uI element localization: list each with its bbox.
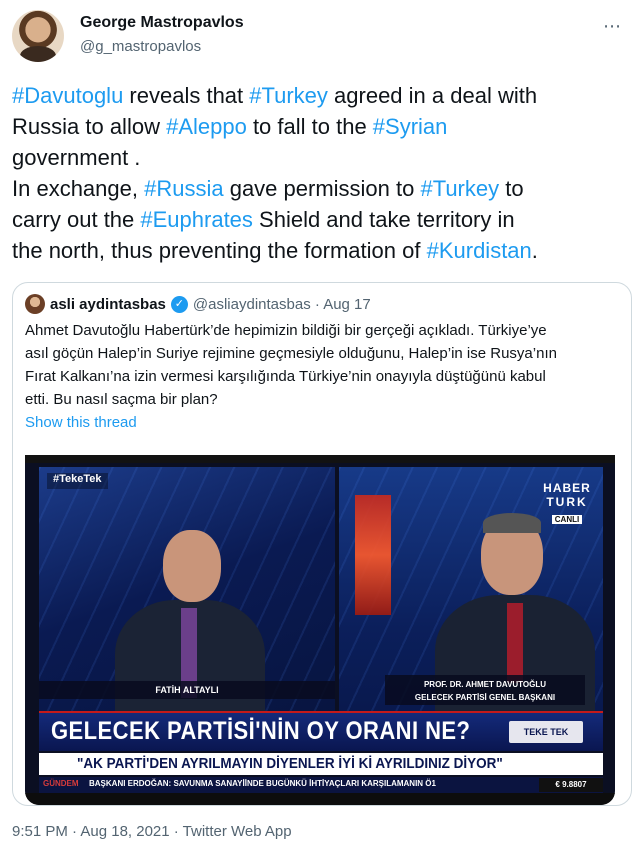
tweet-media-photo[interactable]: #TekeTek HABER TURK CANLI FATİH ALTAYLI … [25,455,615,805]
tweet-text-segment: government . [12,145,141,170]
ticker-label: GÜNDEM [43,779,79,788]
quoted-author-handle-date[interactable]: @asliaydintasbas · Aug 17 [193,296,371,313]
tweet-text-segment: In exchange, [12,176,145,201]
hashtag-link[interactable]: #Kurdistan [427,238,532,263]
host-figure [115,530,265,735]
channel-logo: HABER TURK CANLI [537,481,597,527]
author-handle[interactable]: @g_mastropavlos [80,38,201,55]
guest-title: GELECEK PARTİSİ GENEL BAŞKANI [414,693,556,702]
tweet-text-segment: . [531,238,538,263]
author-avatar[interactable] [12,10,64,62]
tweet-text: #Davutoglu reveals that #Turkey agreed i… [12,80,632,266]
hashtag-link[interactable]: #Davutoglu [12,83,123,108]
live-badge: CANLI [551,515,583,524]
news-ticker: GÜNDEM BAŞKANI ERDOĞAN: SAVUNMA SANAYİİN… [39,777,603,793]
tweet-text-line: In exchange, #Russia gave permission to … [12,173,632,204]
tweet-text-segment: to [499,176,524,201]
tweet-text-segment: Russia to allow [12,114,167,139]
tweet-header: George Mastropavlos @g_mastropavlos ⋯ [12,10,628,66]
program-badge: TEKE TEK [509,721,583,743]
tweet-text-segment: the north, thus preventing the formation… [12,238,427,263]
guest-tie [507,603,523,683]
hashtag-link[interactable]: #Turkey [249,83,328,108]
tweet-text-line: government . [12,142,632,173]
host-name-strip: FATİH ALTAYLI [39,681,335,699]
show-thread-link[interactable]: Show this thread [25,414,137,431]
tweet-timestamp[interactable]: 9:51 PM · Aug 18, 2021 · Twitter Web App [12,823,292,840]
channel-logo-line1: HABER [543,481,591,495]
program-hashtag: #TekeTek [47,473,108,489]
quoted-text-line: asıl göçün Halep’in Suriye rejimine geçm… [25,345,557,362]
ticker-text: BAŞKANI ERDOĞAN: SAVUNMA SANAYİİNDE BUGÜ… [89,779,436,788]
quoted-text-line: Fırat Kalkanı’na izin vermesi karşılığın… [25,368,546,385]
tweet-text-segment: to fall to the [246,114,373,139]
guest-name: PROF. DR. AHMET DAVUTOĞLU [423,680,547,689]
quoted-author-avatar[interactable] [25,294,45,314]
guest-hair [483,513,541,533]
tweet-text-line: the north, thus preventing the formation… [12,235,632,266]
quoted-author-name[interactable]: asli aydintasbas [50,296,166,313]
quote-strip: "AK PARTİ'DEN AYRILMAYIN DİYENLER İYİ Kİ… [39,753,603,775]
tweet-text-line: #Davutoglu reveals that #Turkey agreed i… [12,80,632,111]
hashtag-link[interactable]: #Turkey [420,176,499,201]
more-options-icon[interactable]: ⋯ [603,16,622,37]
exchange-rate: € 9.8807 [539,778,603,792]
host-head [163,530,221,602]
tweet-text-segment: gave permission to [223,176,421,201]
hashtag-link[interactable]: #Euphrates [140,207,253,232]
tv-bezel [25,455,615,463]
tweet-text-line: Russia to allow #Aleppo to fall to the #… [12,111,632,142]
tweet-text-line: carry out the #Euphrates Shield and take… [12,204,632,235]
verified-badge-icon: ✓ [170,295,188,313]
studio-light [355,495,391,615]
channel-logo-line2: TURK [546,495,588,509]
hashtag-link[interactable]: #Syrian [373,114,448,139]
tweet-text-segment: carry out the [12,207,141,232]
guest-name-strip: PROF. DR. AHMET DAVUTOĞLU GELECEK PARTİS… [385,675,585,705]
tweet-text-segment: agreed in a deal with [327,83,538,108]
tweet-text-segment: Shield and take territory in [252,207,515,232]
author-name[interactable]: George Mastropavlos [80,14,244,32]
headline-bar: GELECEK PARTİSİ'NİN OY ORANI NE? TEKE TE… [39,711,603,751]
headline-text: GELECEK PARTİSİ'NİN OY ORANI NE? [51,717,471,745]
quoted-tweet-header: asli aydintasbas ✓ @asliaydintasbas · Au… [25,293,371,315]
quoted-tweet-text: Ahmet Davutoğlu Habertürk’de hepimizin b… [25,319,621,411]
tweet-text-segment: reveals that [123,83,250,108]
hashtag-link[interactable]: #Aleppo [166,114,247,139]
tv-bezel-bottom [25,793,615,805]
quoted-text-line: Ahmet Davutoğlu Habertürk’de hepimizin b… [25,322,547,339]
quote-strip-text: "AK PARTİ'DEN AYRILMAYIN DİYENLER İYİ Kİ… [77,755,503,772]
quoted-text-line: etti. Bu nasıl saçma bir plan? [25,391,218,408]
hashtag-link[interactable]: #Russia [144,176,223,201]
